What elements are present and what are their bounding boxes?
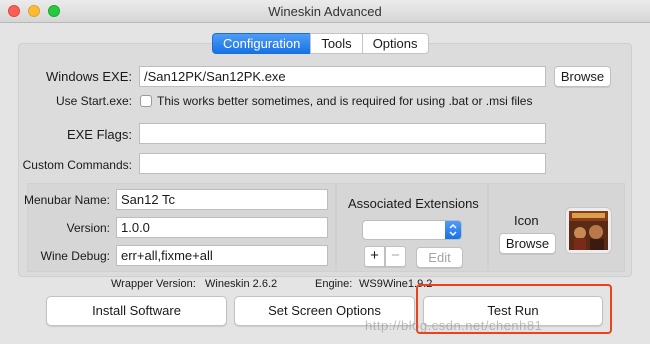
tab-configuration[interactable]: Configuration bbox=[212, 33, 312, 54]
tab-bar: Configuration Tools Options bbox=[212, 33, 429, 54]
dropdown-arrows-icon bbox=[445, 221, 461, 239]
use-start-label: Use Start.exe: bbox=[55, 94, 132, 108]
extensions-dropdown[interactable] bbox=[362, 220, 462, 240]
tab-tools[interactable]: Tools bbox=[310, 33, 363, 54]
exe-flags-label: EXE Flags: bbox=[66, 127, 132, 142]
tab-options[interactable]: Options bbox=[361, 33, 429, 54]
use-start-description: This works better sometimes, and is requ… bbox=[157, 94, 533, 108]
custom-commands-field[interactable] bbox=[139, 153, 546, 174]
wine-debug-label: Wine Debug: bbox=[40, 249, 110, 263]
window-title: Wineskin Advanced bbox=[268, 4, 382, 19]
add-extension-button[interactable]: + bbox=[364, 246, 385, 267]
exe-flags-field[interactable] bbox=[139, 123, 546, 144]
engine-label: Engine: bbox=[315, 278, 353, 290]
watermark-text: http://blog.csdn.net/chenh81 bbox=[365, 318, 543, 333]
custom-commands-label: Custom Commands: bbox=[22, 158, 132, 172]
remove-extension-button[interactable]: − bbox=[385, 246, 406, 267]
windows-exe-browse-button[interactable]: Browse bbox=[554, 66, 611, 87]
menubar-name-label: Menubar Name: bbox=[23, 193, 110, 207]
windows-exe-label: Windows EXE: bbox=[46, 69, 132, 84]
associated-extensions-title: Associated Extensions bbox=[348, 196, 479, 211]
wrapper-version-value: Wineskin 2.6.2 bbox=[205, 278, 278, 290]
wine-debug-field[interactable]: err+all,fixme+all bbox=[116, 245, 328, 266]
app-icon-artwork bbox=[569, 211, 608, 250]
edit-extension-button[interactable]: Edit bbox=[416, 247, 463, 268]
icon-label: Icon bbox=[514, 213, 539, 228]
menubar-name-field[interactable]: San12 Tc bbox=[116, 189, 328, 210]
title-bar: Wineskin Advanced bbox=[0, 0, 650, 23]
version-field[interactable]: 1.0.0 bbox=[116, 217, 328, 238]
icon-browse-button[interactable]: Browse bbox=[499, 233, 556, 254]
app-icon-image[interactable] bbox=[565, 207, 612, 254]
install-software-button[interactable]: Install Software bbox=[46, 296, 227, 326]
use-start-checkbox[interactable] bbox=[140, 95, 152, 107]
wrapper-version-label: Wrapper Version: bbox=[111, 278, 196, 290]
version-label: Version: bbox=[66, 221, 110, 235]
windows-exe-field[interactable]: /San12PK/San12PK.exe bbox=[139, 66, 546, 87]
